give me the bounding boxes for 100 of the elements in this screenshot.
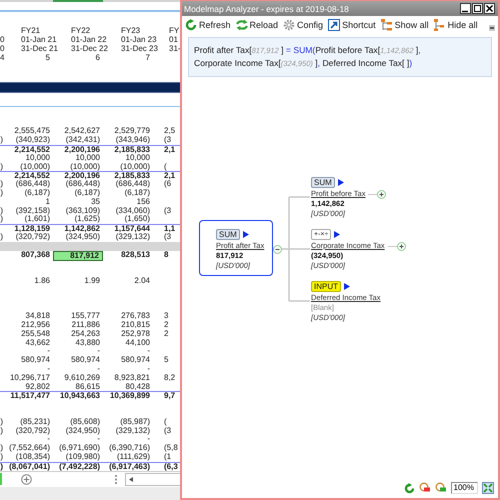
pin-icon[interactable] bbox=[489, 25, 495, 31]
zoom-field[interactable]: 100% bbox=[450, 482, 478, 494]
close-icon[interactable] bbox=[484, 3, 495, 14]
toolbar-button[interactable]: Config bbox=[283, 19, 324, 31]
table-cell: ) bbox=[0, 179, 3, 188]
table-cell: 8,2 bbox=[164, 372, 176, 382]
minimize-icon[interactable] bbox=[460, 3, 471, 14]
table-cell: 580,974 bbox=[71, 355, 100, 364]
expand-icon[interactable] bbox=[396, 242, 406, 250]
column-header: 01-Jan 23 bbox=[121, 34, 157, 44]
table-cell: 44,100 bbox=[126, 338, 150, 347]
table-cell: 11,517,477 bbox=[10, 391, 50, 400]
table-cell: - bbox=[147, 346, 150, 356]
table-cell: 92,802 bbox=[26, 382, 50, 391]
table-cell: (1,650) bbox=[124, 214, 150, 224]
table-cell: (8,067,041) bbox=[9, 462, 50, 471]
triangle-icon[interactable] bbox=[344, 283, 350, 290]
table-cell: (108,354) bbox=[16, 452, 50, 461]
table-cell: (6,3 bbox=[164, 462, 178, 471]
table-cell: ) bbox=[0, 206, 3, 215]
table-cell: ) bbox=[0, 214, 3, 224]
table-cell: 828,513 bbox=[121, 250, 150, 259]
table-cell: (340,923) bbox=[16, 135, 50, 144]
column-header: 5 bbox=[46, 52, 50, 62]
table-cell: 10,000 bbox=[26, 152, 50, 162]
toolbar-button[interactable]: Shortcut bbox=[328, 19, 376, 31]
table-cell: 2,555,475 bbox=[14, 126, 50, 136]
table-cell: ) bbox=[0, 452, 3, 461]
table-cell: 2,214,552 bbox=[14, 145, 50, 154]
selected-cell[interactable]: 817,912 bbox=[53, 250, 103, 262]
table-cell: 252,978 bbox=[121, 328, 150, 338]
table-cell: (111,629) bbox=[116, 452, 150, 461]
table-cell: 807,368 bbox=[21, 250, 50, 259]
table-cell: 2,542,627 bbox=[64, 126, 100, 136]
fit-screen-icon[interactable] bbox=[482, 482, 494, 494]
refresh-icon[interactable] bbox=[404, 482, 415, 494]
table-cell: 1.86 bbox=[34, 276, 50, 285]
horizontal-scrollbar[interactable] bbox=[125, 472, 180, 486]
table-cell: - bbox=[47, 434, 50, 444]
triangle-icon[interactable] bbox=[338, 179, 344, 186]
table-cell: (1 bbox=[164, 452, 172, 461]
table-cell: (392,158) bbox=[16, 206, 50, 215]
table-cell: (686,448) bbox=[116, 179, 150, 188]
table-cell: - bbox=[147, 364, 150, 373]
table-cell: 8,923,821 bbox=[114, 372, 150, 382]
add-sheet-icon[interactable] bbox=[21, 474, 32, 485]
zoom-out-icon[interactable] bbox=[418, 482, 431, 494]
shortcut-icon bbox=[328, 19, 340, 31]
toolbar-button[interactable]: Show all bbox=[380, 19, 429, 31]
table-cell: 8 bbox=[164, 250, 168, 259]
table-cell: 580,974 bbox=[121, 355, 150, 364]
table-cell: - bbox=[97, 364, 100, 373]
column-header: 31-Dec 23 bbox=[121, 44, 158, 53]
table-cell: 10,000 bbox=[76, 152, 100, 162]
table-cell: (7,492,228) bbox=[59, 462, 100, 471]
table-cell: (6,187) bbox=[74, 188, 100, 198]
table-cell: (320,792) bbox=[16, 426, 50, 435]
column-header: 01 bbox=[169, 34, 178, 44]
table-cell: - bbox=[97, 346, 100, 356]
collapse-icon[interactable] bbox=[273, 245, 282, 254]
table-cell: 3 bbox=[164, 311, 168, 320]
table-cell: (6,187) bbox=[24, 188, 50, 198]
table-cell: (85,987) bbox=[120, 416, 150, 426]
table-cell: 80,428 bbox=[126, 382, 150, 391]
toolbar-button[interactable]: Refresh bbox=[185, 19, 231, 31]
table-cell: ( bbox=[164, 416, 167, 426]
table-cell: 276,783 bbox=[121, 311, 150, 320]
table-cell: - bbox=[47, 364, 50, 373]
table-cell: (85,231) bbox=[20, 416, 50, 426]
table-cell: 10,943,663 bbox=[60, 391, 100, 400]
table-cell: 580,974 bbox=[21, 355, 50, 364]
triangle-icon[interactable] bbox=[334, 231, 340, 238]
expand-icon[interactable] bbox=[377, 190, 386, 198]
table-cell: 1 bbox=[46, 196, 50, 206]
node-type-tag: SUM bbox=[216, 229, 240, 240]
column-header: FY21 bbox=[21, 26, 40, 35]
table-cell: (85,608) bbox=[70, 416, 100, 426]
table-cell: 255,548 bbox=[21, 328, 50, 338]
table-cell: 254,263 bbox=[71, 328, 100, 338]
table-cell: 1.99 bbox=[84, 276, 100, 285]
table-cell: 155,777 bbox=[71, 311, 100, 320]
maximize-icon[interactable] bbox=[472, 3, 483, 14]
zoom-in-icon[interactable] bbox=[434, 482, 447, 494]
table-cell: (10,000) bbox=[70, 162, 100, 171]
table-cell: 210,815 bbox=[121, 320, 150, 329]
table-cell: (3 bbox=[164, 232, 172, 242]
table-cell: 5 bbox=[164, 355, 168, 364]
column-header: FY22 bbox=[71, 26, 90, 35]
table-cell: (363,109) bbox=[66, 206, 100, 215]
table-cell: 10,296,717 bbox=[10, 372, 50, 382]
table-cell: ) bbox=[0, 426, 3, 435]
table-cell: (686,448) bbox=[16, 179, 50, 188]
table-cell: (109,980) bbox=[66, 452, 100, 461]
toolbar-button[interactable]: Hide all bbox=[434, 19, 478, 31]
table-cell: 212,956 bbox=[21, 320, 50, 329]
table-cell: ) bbox=[0, 188, 3, 198]
scroll-left-icon[interactable] bbox=[129, 476, 133, 482]
toolbar-button[interactable]: Reload bbox=[236, 19, 278, 31]
triangle-icon[interactable] bbox=[242, 231, 249, 238]
table-cell: - bbox=[97, 434, 100, 444]
